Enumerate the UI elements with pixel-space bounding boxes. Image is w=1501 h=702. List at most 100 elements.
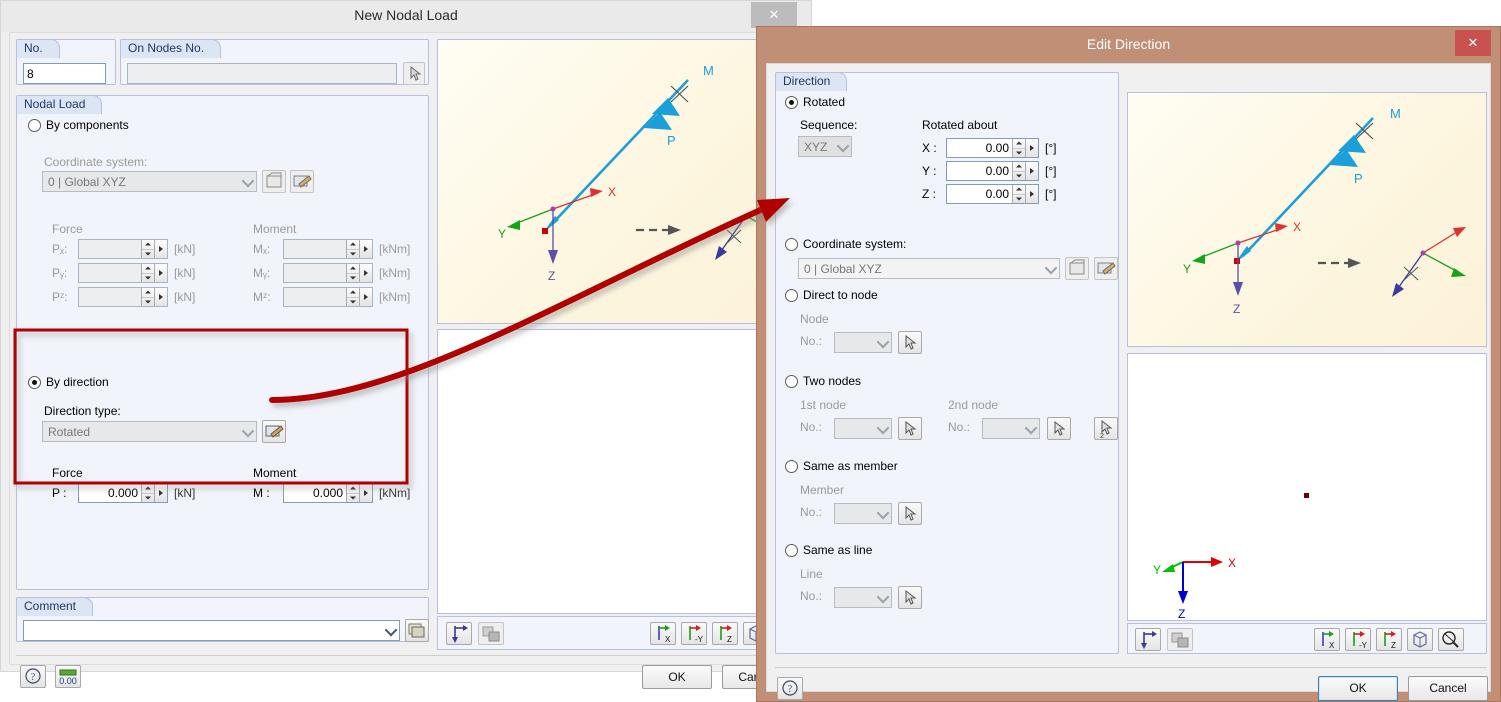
my-more-icon[interactable] (359, 264, 372, 282)
view-in-x-icon[interactable]: X (650, 622, 676, 645)
p-stepper[interactable] (141, 484, 154, 502)
dir-coordinate-system-combo[interactable]: 0 | Global XYZ (798, 258, 1060, 279)
help-icon[interactable]: ? (777, 677, 803, 700)
line-combo[interactable] (834, 587, 892, 608)
new-coordinate-system-icon[interactable] (1065, 257, 1089, 280)
main-viewport-bottom[interactable] (437, 329, 806, 614)
m-more-icon[interactable] (359, 484, 372, 502)
pz-spinner[interactable] (78, 287, 168, 307)
mx-more-icon[interactable] (359, 240, 372, 258)
rot-y-spinner[interactable]: 0.00 (946, 161, 1039, 181)
pz-stepper[interactable] (141, 288, 154, 306)
chevron-down-icon[interactable] (382, 621, 399, 640)
mz-more-icon[interactable] (359, 288, 372, 306)
direction-viewport-top[interactable]: M P X Y Z (1127, 92, 1487, 347)
pick-node-icon[interactable] (898, 331, 922, 354)
chevron-down-icon[interactable] (834, 137, 851, 156)
py-stepper[interactable] (141, 264, 154, 282)
rot-z-spinner[interactable]: 0.00 (946, 184, 1039, 204)
p-more-icon[interactable] (154, 484, 167, 502)
chevron-down-icon[interactable] (239, 422, 256, 441)
pick-node-icon[interactable] (1047, 417, 1071, 440)
my-spinner[interactable] (283, 263, 373, 283)
mz-spinner[interactable] (283, 287, 373, 307)
main-ok-button[interactable]: OK (642, 665, 712, 689)
pick-two-nodes-icon[interactable]: 2 (1094, 417, 1118, 440)
render-mode-icon[interactable] (478, 622, 504, 645)
direction-type-combo[interactable]: Rotated (42, 421, 257, 442)
pick-member-icon[interactable] (898, 502, 922, 525)
by-direction-radio[interactable] (28, 376, 41, 389)
rot-x-spinner[interactable]: 0.00 (946, 138, 1039, 158)
chevron-down-icon[interactable] (874, 504, 891, 523)
mx-stepper[interactable] (346, 240, 359, 258)
direct-node-combo[interactable] (834, 332, 892, 353)
pick-node-icon[interactable] (403, 62, 425, 85)
rot-z-stepper[interactable] (1012, 185, 1025, 203)
coordinate-system-combo[interactable]: 0 | Global XYZ (42, 171, 257, 192)
show-origin-icon[interactable] (1135, 628, 1161, 651)
view-in-z-icon[interactable]: Z (1376, 628, 1402, 651)
comment-library-icon[interactable] (405, 619, 429, 642)
mz-stepper[interactable] (346, 288, 359, 306)
view-in-minus-y-icon[interactable]: -Y (681, 622, 707, 645)
zoom-all-icon[interactable] (1438, 628, 1464, 651)
direct-to-node-radio[interactable] (785, 289, 798, 302)
close-icon[interactable]: ✕ (751, 2, 797, 28)
same-as-member-radio[interactable] (785, 460, 798, 473)
pick-node-icon[interactable] (898, 417, 922, 440)
direction-viewport-bottom[interactable]: X Y Z (1127, 353, 1487, 621)
show-origin-icon[interactable] (446, 622, 472, 645)
member-combo[interactable] (834, 503, 892, 524)
main-viewport-top[interactable]: M P X Y Z (437, 39, 806, 324)
view-in-x-icon[interactable]: X (1314, 628, 1340, 651)
chevron-down-icon[interactable] (1022, 419, 1039, 438)
rotated-radio[interactable] (785, 96, 798, 109)
units-decimals-icon[interactable]: 0.00 (55, 665, 81, 688)
rot-y-stepper[interactable] (1012, 162, 1025, 180)
chevron-down-icon[interactable] (874, 333, 891, 352)
py-more-icon[interactable] (154, 264, 167, 282)
second-node-combo[interactable] (982, 418, 1040, 439)
same-as-line-radio[interactable] (785, 544, 798, 557)
px-spinner[interactable] (78, 239, 168, 259)
chevron-down-icon[interactable] (874, 588, 891, 607)
p-spinner[interactable]: 0.000 (78, 483, 168, 503)
chevron-down-icon[interactable] (1042, 259, 1059, 278)
mx-spinner[interactable] (283, 239, 373, 259)
first-node-combo[interactable] (834, 418, 892, 439)
close-icon[interactable]: ✕ (1455, 30, 1491, 56)
direction-ok-button[interactable]: OK (1318, 676, 1398, 701)
render-mode-icon[interactable] (1167, 628, 1193, 651)
m-spinner[interactable]: 0.000 (283, 483, 373, 503)
py-spinner[interactable] (78, 263, 168, 283)
isometric-view-icon[interactable] (1407, 628, 1433, 651)
rot-z-more-icon[interactable] (1025, 185, 1038, 203)
pz-more-icon[interactable] (154, 288, 167, 306)
edit-coordinate-system-icon[interactable] (1094, 257, 1118, 280)
edit-direction-icon[interactable] (262, 420, 286, 443)
direction-cancel-button[interactable]: Cancel (1408, 676, 1488, 701)
view-in-minus-y-icon[interactable]: -Y (1345, 628, 1371, 651)
edit-coordinate-system-icon[interactable] (290, 170, 314, 193)
comment-combo[interactable] (23, 620, 400, 641)
m-stepper[interactable] (346, 484, 359, 502)
rot-y-more-icon[interactable] (1025, 162, 1038, 180)
two-nodes-radio[interactable] (785, 375, 798, 388)
chevron-down-icon[interactable] (239, 172, 256, 191)
by-components-radio[interactable] (28, 119, 41, 132)
on-nodes-input[interactable] (127, 63, 397, 84)
new-coordinate-system-icon[interactable] (262, 170, 286, 193)
px-more-icon[interactable] (154, 240, 167, 258)
rot-x-more-icon[interactable] (1025, 139, 1038, 157)
coordinate-system-radio[interactable] (785, 238, 798, 251)
my-stepper[interactable] (346, 264, 359, 282)
sequence-combo[interactable]: XYZ (798, 136, 852, 157)
help-icon[interactable]: ? (20, 665, 46, 688)
px-stepper[interactable] (141, 240, 154, 258)
rot-x-stepper[interactable] (1012, 139, 1025, 157)
chevron-down-icon[interactable] (874, 419, 891, 438)
pick-line-icon[interactable] (898, 586, 922, 609)
view-in-z-icon[interactable]: Z (712, 622, 738, 645)
no-input[interactable] (23, 63, 106, 84)
